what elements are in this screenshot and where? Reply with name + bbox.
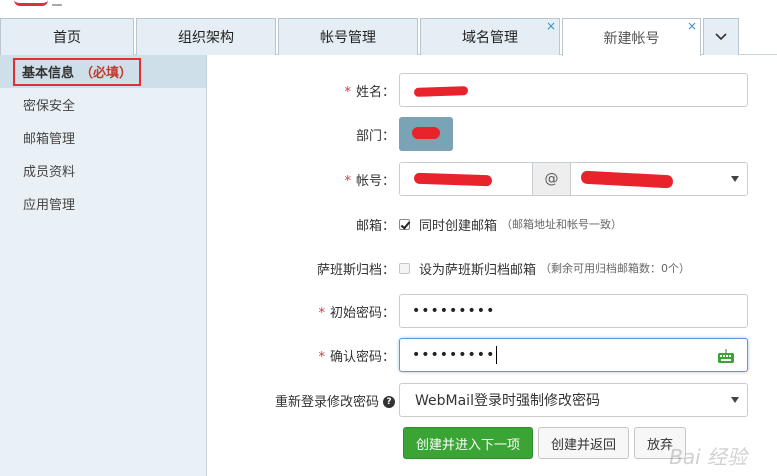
keyboard-icon[interactable]	[717, 348, 735, 364]
sidebar-item-member-profile[interactable]: 成员资料	[0, 154, 206, 187]
close-icon[interactable]: ×	[687, 20, 697, 32]
redacted-mark	[580, 170, 674, 189]
create-mailbox-text: 同时创建邮箱	[419, 218, 498, 234]
tab-label: 新建帐号	[603, 30, 660, 47]
relogin-policy-select[interactable]: WebMail登录时强制修改密码	[399, 383, 748, 417]
account-label: * 帐号：	[344, 173, 395, 189]
sarbanes-label: 萨班斯归档：	[316, 262, 395, 278]
text-cursor	[496, 346, 498, 364]
initial-password-label: * 初始密码：	[318, 305, 395, 321]
department-label: 部门：	[355, 128, 395, 144]
row-mailbox: 邮箱： 同时创建邮箱 （邮箱地址和帐号一致）	[207, 213, 777, 235]
tab-org-structure[interactable]: 组织架构	[136, 18, 276, 55]
password-mask: •••••••••	[412, 347, 496, 363]
relogin-label: 重新登录修改密码?	[207, 391, 399, 410]
name-input[interactable]	[399, 73, 748, 107]
create-and-next-button[interactable]: 创建并进入下一项	[403, 427, 534, 459]
row-account: * 帐号： @	[207, 162, 777, 196]
caret-down-icon	[731, 176, 739, 182]
watermark: Bai 经验	[669, 445, 747, 469]
app-logo	[0, 0, 80, 18]
create-mailbox-checkbox[interactable]	[399, 218, 410, 230]
sidebar-item-label: 密保安全	[23, 99, 76, 114]
sidebar-item-mailbox[interactable]: 邮箱管理	[0, 121, 206, 154]
at-sign-addon: @	[533, 163, 571, 195]
close-icon[interactable]: ×	[546, 20, 556, 32]
initial-password-input[interactable]: •••••••••	[399, 294, 748, 328]
tab-home[interactable]: 首页	[0, 18, 134, 55]
row-sarbanes: 萨班斯归档： 设为萨班斯归档邮箱 （剩余可用归档邮箱数：0个）	[207, 257, 777, 279]
confirm-password-input[interactable]: •••••••••	[399, 338, 748, 372]
row-name: * 姓名：	[207, 73, 777, 107]
redacted-mark	[412, 127, 440, 139]
sarbanes-option: 设为萨班斯归档邮箱 （剩余可用归档邮箱数：0个）	[399, 259, 690, 278]
chevron-down-icon	[715, 33, 727, 41]
name-label: * 姓名：	[344, 84, 395, 100]
sidebar-item-security[interactable]: 密保安全	[0, 88, 206, 121]
new-account-form: * 姓名： 部门： * 帐号： @ 邮箱： 同时创建邮箱 （邮箱地址和帐号一致）…	[207, 55, 777, 476]
tab-label: 帐号管理	[320, 30, 376, 46]
row-initial-password: * 初始密码： •••••••••	[207, 294, 777, 328]
sarbanes-text: 设为萨班斯归档邮箱	[419, 262, 537, 278]
account-username-input[interactable]	[400, 163, 533, 195]
department-select-button[interactable]	[399, 117, 453, 151]
sidebar-highlight-box: 基本信息 （必填）	[13, 57, 142, 86]
confirm-password-label: * 确认密码：	[318, 349, 395, 365]
tab-bar: 首页 组织架构 帐号管理 域名管理 × 新建帐号 ×	[0, 18, 777, 56]
tab-label: 域名管理	[462, 30, 518, 46]
sarbanes-hint: （剩余可用归档邮箱数：0个）	[540, 262, 691, 275]
redacted-mark	[413, 172, 493, 187]
required-mark: *	[344, 84, 351, 100]
row-department: 部门：	[207, 117, 777, 151]
sidebar-item-label: 应用管理	[23, 198, 76, 213]
sidebar-item-app-management[interactable]: 应用管理	[0, 187, 206, 220]
account-domain-select[interactable]	[571, 163, 747, 195]
account-input-group: @	[399, 162, 748, 196]
sidebar-item-label: 邮箱管理	[23, 132, 76, 147]
sidebar-item-label: 成员资料	[23, 165, 76, 180]
create-and-return-button[interactable]: 创建并返回	[538, 427, 630, 459]
selected-option: WebMail登录时强制修改密码	[415, 393, 600, 409]
tab-label: 首页	[53, 30, 81, 46]
tab-account-management[interactable]: 帐号管理	[278, 18, 418, 55]
sidebar-item-basic-info[interactable]: 基本信息 （必填）	[0, 55, 206, 88]
mailbox-label: 邮箱：	[355, 218, 395, 234]
question-circle-icon[interactable]: ?	[383, 396, 395, 408]
row-relogin: 重新登录修改密码? WebMail登录时强制修改密码	[207, 383, 777, 417]
tab-domain-management[interactable]: 域名管理 ×	[420, 18, 560, 55]
required-mark: *	[318, 349, 325, 365]
caret-down-icon	[731, 397, 739, 403]
sidebar: 基本信息 （必填） 密保安全 邮箱管理 成员资料 应用管理	[0, 55, 207, 476]
sarbanes-checkbox[interactable]	[399, 262, 410, 274]
required-mark: *	[344, 173, 351, 189]
required-label: （必填）	[80, 66, 133, 81]
required-mark: *	[318, 305, 325, 321]
tab-new-account[interactable]: 新建帐号 ×	[562, 18, 701, 56]
sidebar-item-label: 基本信息	[22, 66, 75, 81]
redacted-mark	[413, 86, 469, 97]
password-mask: •••••••••	[412, 303, 496, 319]
row-confirm-password: * 确认密码： •••••••••	[207, 338, 777, 372]
tab-label: 组织架构	[178, 30, 234, 46]
tab-more-button[interactable]	[703, 18, 739, 55]
create-mailbox-option: 同时创建邮箱 （邮箱地址和帐号一致）	[399, 215, 622, 234]
create-mailbox-hint: （邮箱地址和帐号一致）	[501, 218, 623, 231]
